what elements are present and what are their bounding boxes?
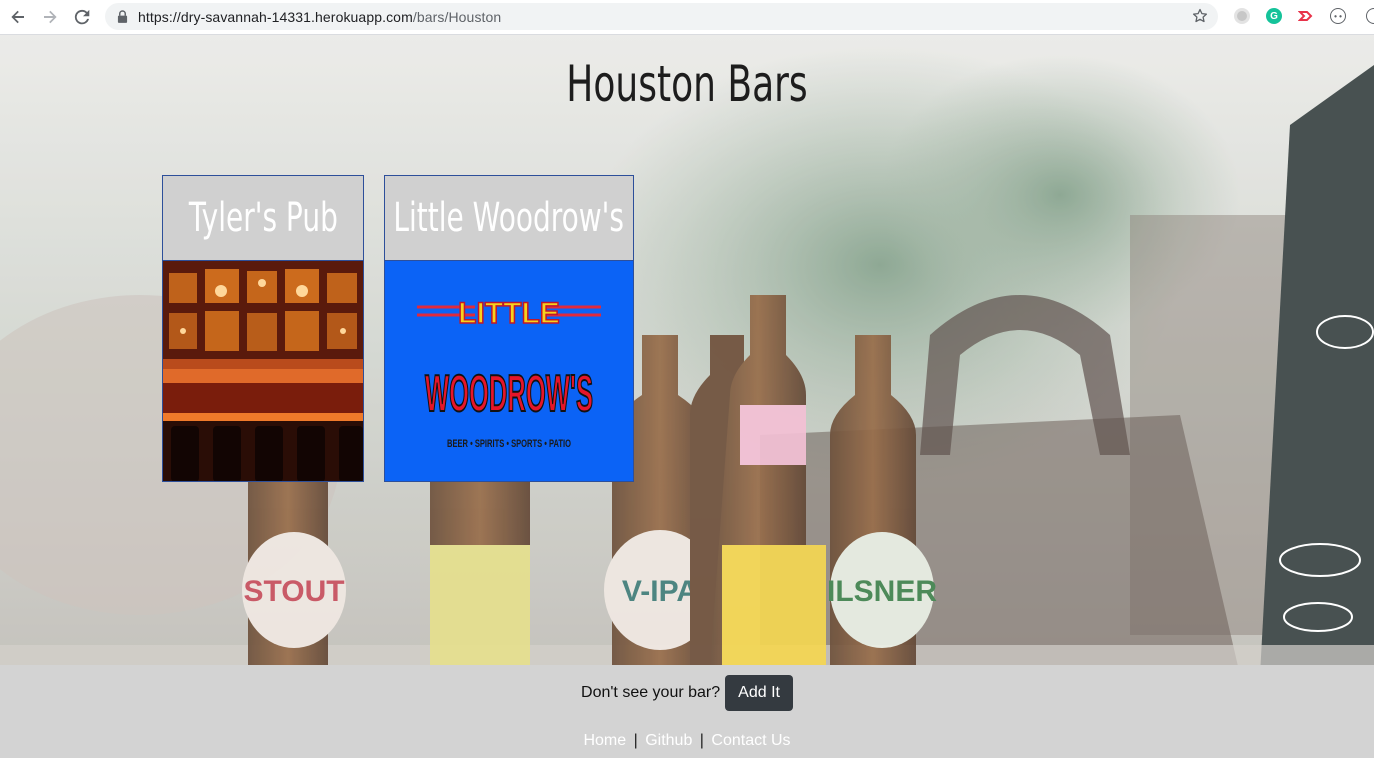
back-arrow-icon[interactable] xyxy=(6,5,30,29)
footer-link-contact[interactable]: Contact Us xyxy=(711,732,790,749)
footer-separator: | xyxy=(633,732,638,749)
browser-toolbar: https://dry-savannah-14331.herokuapp.com… xyxy=(0,0,1374,35)
bar-card-header: Little Woodrow's xyxy=(385,176,633,261)
bookmark-star-icon[interactable] xyxy=(1192,8,1208,24)
bar-card-little-woodrows[interactable]: Little Woodrow's LITTLE WOODROW'S BEER •… xyxy=(384,175,634,482)
logo-text-main: WOODROW'S xyxy=(425,365,593,423)
page-title: Houston Bars xyxy=(566,55,808,113)
url-text: https://dry-savannah-14331.herokuapp.com… xyxy=(138,9,501,25)
bar-photo[interactable] xyxy=(163,261,363,481)
address-bar[interactable]: https://dry-savannah-14331.herokuapp.com… xyxy=(105,3,1218,30)
lock-icon xyxy=(117,9,129,24)
footer-separator: | xyxy=(699,732,704,749)
footer-link-home[interactable]: Home xyxy=(583,732,626,749)
logo-tagline: BEER • SPIRITS • SPORTS • PATIO xyxy=(447,438,571,450)
logo-text-top: LITTLE xyxy=(458,297,560,330)
footer-link-github[interactable]: Github xyxy=(645,732,692,749)
extension-icon[interactable] xyxy=(1234,8,1250,24)
add-bar-prompt: Don't see your bar? Add It xyxy=(0,675,1374,711)
url-host: https://dry-savannah-14331.herokuapp.com xyxy=(138,8,413,25)
add-bar-question: Don't see your bar? xyxy=(581,684,721,701)
bar-name: Little Woodrow's xyxy=(393,195,625,241)
extension-face-icon[interactable]: • • xyxy=(1330,8,1346,24)
url-path: /bars/Houston xyxy=(412,8,502,25)
footer-links: Home | Github | Contact Us xyxy=(0,732,1374,750)
footer: Don't see your bar? Add It Home | Github… xyxy=(0,665,1374,758)
page-content: STOUT V-IPA ILSNER Houston Bars Tyler's … xyxy=(0,35,1374,758)
bar-name: Tyler's Pub xyxy=(188,195,338,241)
profile-icon[interactable] xyxy=(1366,8,1374,24)
forward-arrow-icon[interactable] xyxy=(38,5,62,29)
screencast-icon[interactable] xyxy=(1298,8,1314,24)
bar-card-header: Tyler's Pub xyxy=(163,176,363,261)
grammarly-icon[interactable]: G xyxy=(1266,8,1282,24)
bar-logo[interactable]: LITTLE WOODROW'S BEER • SPIRITS • SPORTS… xyxy=(385,261,633,481)
add-it-button[interactable]: Add It xyxy=(725,675,793,711)
bar-card-tylers-pub[interactable]: Tyler's Pub xyxy=(162,175,364,482)
reload-icon[interactable] xyxy=(70,5,94,29)
